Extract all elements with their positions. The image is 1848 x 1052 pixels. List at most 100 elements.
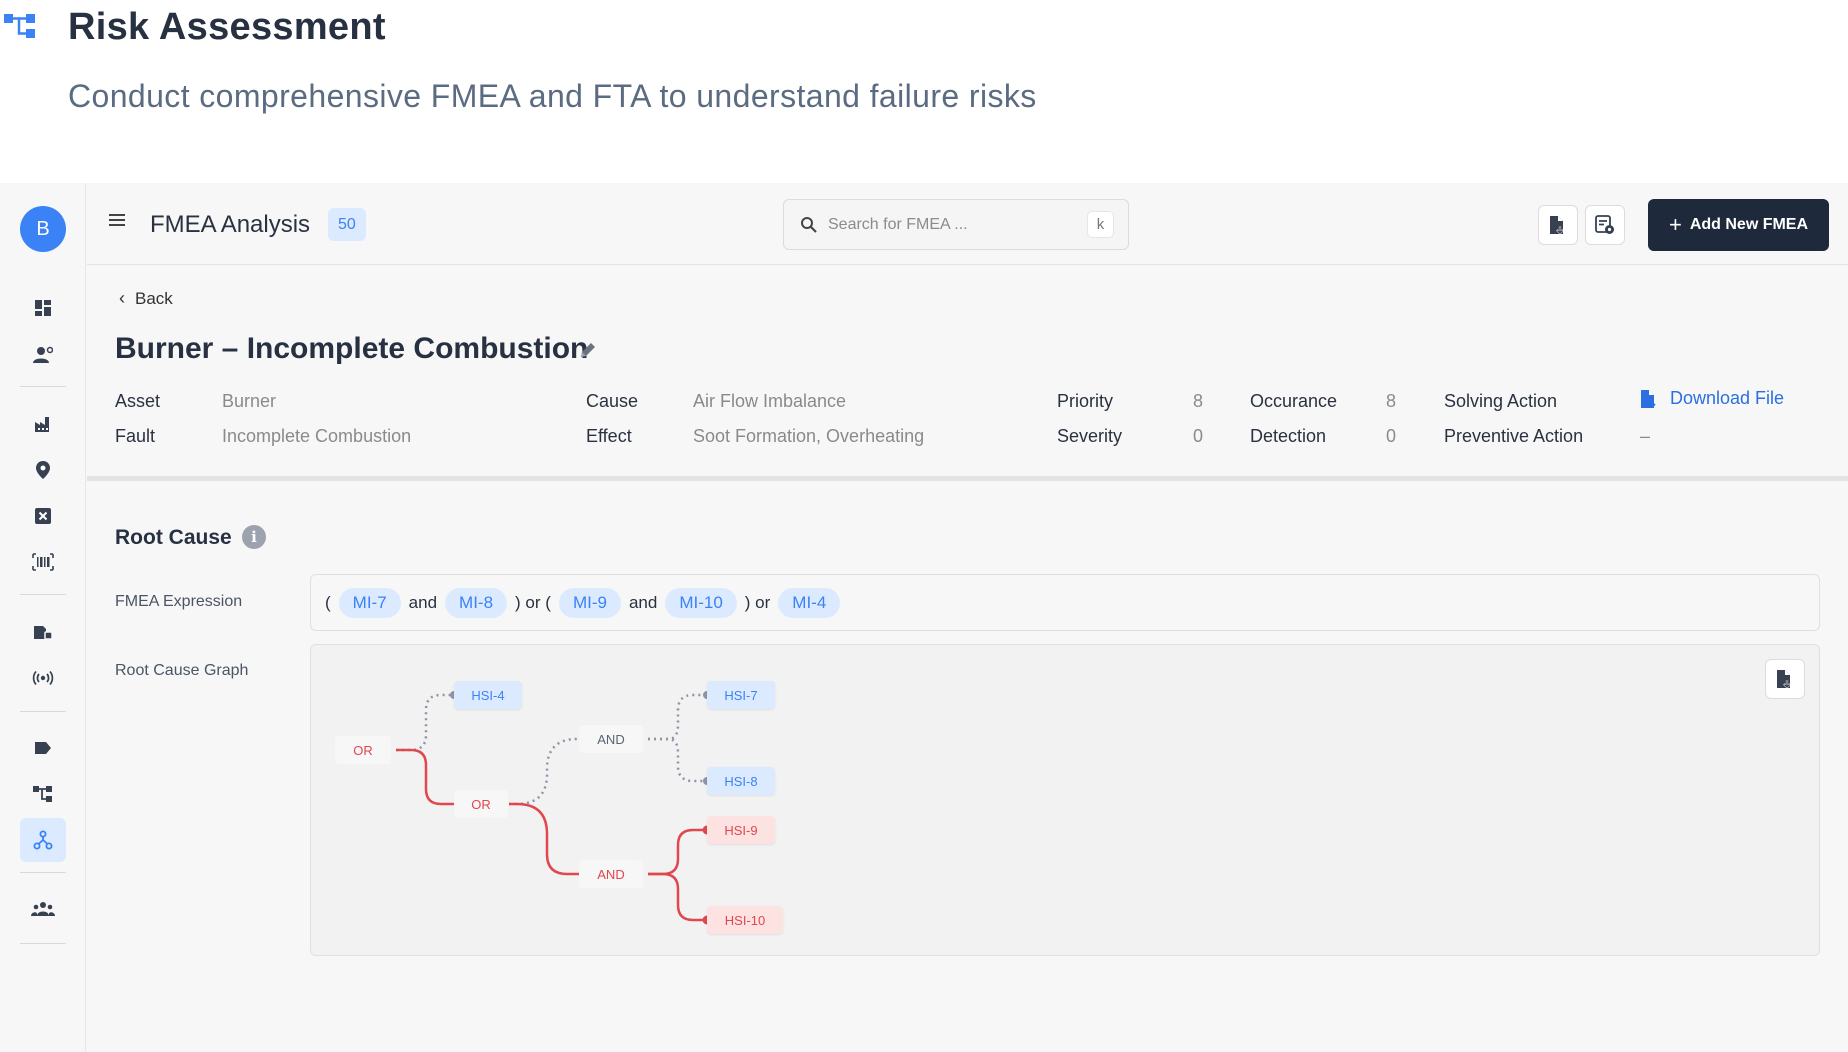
expression-chip[interactable]: MI-7 [338, 587, 401, 618]
node-hsi-8[interactable]: HSI-8 [707, 767, 775, 795]
effect-label: Effect [586, 426, 632, 446]
asset-value: Burner [222, 391, 277, 411]
node-hsi-7[interactable]: HSI-7 [707, 681, 775, 709]
expression-chip[interactable]: MI-9 [558, 587, 621, 618]
node-hsi-9[interactable]: HSI-9 [707, 816, 775, 844]
hierarchy-icon [33, 786, 52, 802]
add-new-fmea-button[interactable]: + Add New FMEA [1648, 199, 1829, 251]
effect-value: Soot Formation, Overheating [693, 426, 925, 446]
root-cause-graph-label: Root Cause Graph [115, 662, 249, 679]
expression-chip[interactable]: MI-10 [665, 587, 737, 618]
location-pin-icon [36, 461, 50, 479]
root-cause-graph: OR HSI-4 OR AND AND HSI-7 HSI-8 HSI-9 HS… [310, 644, 1820, 956]
node-hsi-4[interactable]: HSI-4 [454, 681, 522, 709]
section-divider [87, 476, 1848, 481]
network-icon [33, 830, 53, 850]
edge-and2-hsi10 [648, 872, 706, 922]
file-download-icon [1641, 389, 1656, 408]
node-or[interactable]: OR [454, 790, 508, 818]
page-subtitle: Conduct comprehensive FMEA and FTA to un… [68, 78, 1037, 114]
page-title: Risk Assessment [68, 6, 386, 48]
section-title: FMEA Analysis [150, 211, 311, 238]
search-input[interactable] [828, 212, 1078, 238]
node-and[interactable]: AND [579, 860, 643, 888]
graph-edges [396, 691, 712, 925]
download-file-label: Download File [1670, 388, 1785, 408]
file-download-icon [1550, 216, 1564, 235]
sensor-icon [32, 670, 54, 686]
edge-or-or2 [396, 748, 454, 806]
sidebar-item-label[interactable] [20, 726, 66, 770]
settings-list-button[interactable] [1585, 205, 1625, 245]
sidebar-item-close-box[interactable] [20, 494, 66, 538]
cause-label: Cause [586, 391, 639, 411]
edit-pencil-icon[interactable] [578, 340, 598, 360]
occurance-label: Occurance [1250, 391, 1338, 411]
expression-operator: and [628, 592, 658, 612]
detection-value: 0 [1386, 426, 1397, 446]
sidebar-divider [20, 711, 66, 712]
asset-label: Asset [115, 391, 161, 411]
download-file-link[interactable]: Download File [1640, 388, 1784, 409]
node-and[interactable]: AND [579, 725, 643, 753]
sidebar-divider [20, 386, 66, 387]
node-hsi-10[interactable]: HSI-10 [707, 906, 783, 934]
preventive-action-value: – [1640, 426, 1651, 446]
chevron-left-icon: ‹ [119, 288, 125, 308]
menu-icon[interactable] [107, 211, 131, 233]
main-content: ‹ Back Burner – Incomplete Combustion As… [87, 266, 1848, 1052]
export-file-button[interactable] [1538, 205, 1578, 245]
sidebar-item-asset-tag[interactable] [20, 610, 66, 654]
fmea-title: Burner – Incomplete Combustion [115, 332, 589, 365]
edge-or2-and2 [509, 802, 579, 876]
sidebar-item-sensor[interactable] [20, 656, 66, 700]
page-header: Risk Assessment Conduct comprehensive FM… [0, 0, 1848, 183]
edge-or-hsi4 [396, 693, 453, 752]
close-box-icon [35, 508, 51, 524]
dashboard-icon [35, 300, 51, 316]
expression-operator: ) or ( [515, 592, 551, 612]
root-cause-title: Root Cause [115, 526, 232, 549]
fmea-expression: (MI-7 and MI-8) or (MI-9 and MI-10) or MI-4 [310, 574, 1820, 631]
add-new-fmea-label: Add New FMEA [1689, 216, 1809, 233]
occurance-value: 8 [1386, 391, 1397, 411]
user-settings-icon [33, 346, 53, 363]
expression-operator: ( [325, 592, 331, 612]
list-settings-icon [1595, 215, 1614, 234]
users-icon [31, 902, 55, 916]
sidebar-item-network[interactable] [20, 818, 66, 862]
sidebar: B [0, 183, 86, 1052]
back-label: Back [135, 288, 173, 308]
sidebar-item-dashboard[interactable] [20, 286, 66, 330]
search-icon [801, 217, 817, 233]
priority-label: Priority [1057, 391, 1114, 411]
sidebar-item-users[interactable] [20, 887, 66, 931]
fault-value: Incomplete Combustion [222, 426, 412, 446]
fault-label: Fault [115, 426, 156, 446]
sidebar-item-factory[interactable] [20, 402, 66, 446]
search-box[interactable]: k [783, 199, 1129, 250]
cause-value: Air Flow Imbalance [693, 391, 847, 411]
avatar[interactable]: B [20, 206, 66, 252]
label-icon [35, 742, 51, 754]
sidebar-divider [20, 594, 66, 595]
severity-label: Severity [1057, 426, 1123, 446]
expression-chip[interactable]: MI-4 [778, 587, 841, 618]
preventive-action-label: Preventive Action [1444, 426, 1584, 446]
plus-icon: + [1668, 212, 1682, 237]
expression-operator: and [408, 592, 438, 612]
sidebar-item-user-settings[interactable] [20, 333, 66, 377]
sidebar-item-hierarchy[interactable] [20, 772, 66, 816]
solving-action-label: Solving Action [1444, 391, 1558, 411]
node-root-or[interactable]: OR [335, 736, 391, 764]
info-icon[interactable]: i [242, 525, 266, 549]
sidebar-divider [20, 872, 66, 873]
sidebar-item-location[interactable] [20, 448, 66, 492]
sidebar-divider [20, 943, 66, 944]
edge-and1-hsi7 [648, 693, 706, 741]
priority-value: 8 [1193, 391, 1204, 411]
severity-value: 0 [1193, 426, 1204, 446]
back-button[interactable]: ‹ Back [119, 288, 173, 309]
sidebar-item-barcode[interactable] [20, 540, 66, 584]
expression-chip[interactable]: MI-8 [445, 587, 508, 618]
